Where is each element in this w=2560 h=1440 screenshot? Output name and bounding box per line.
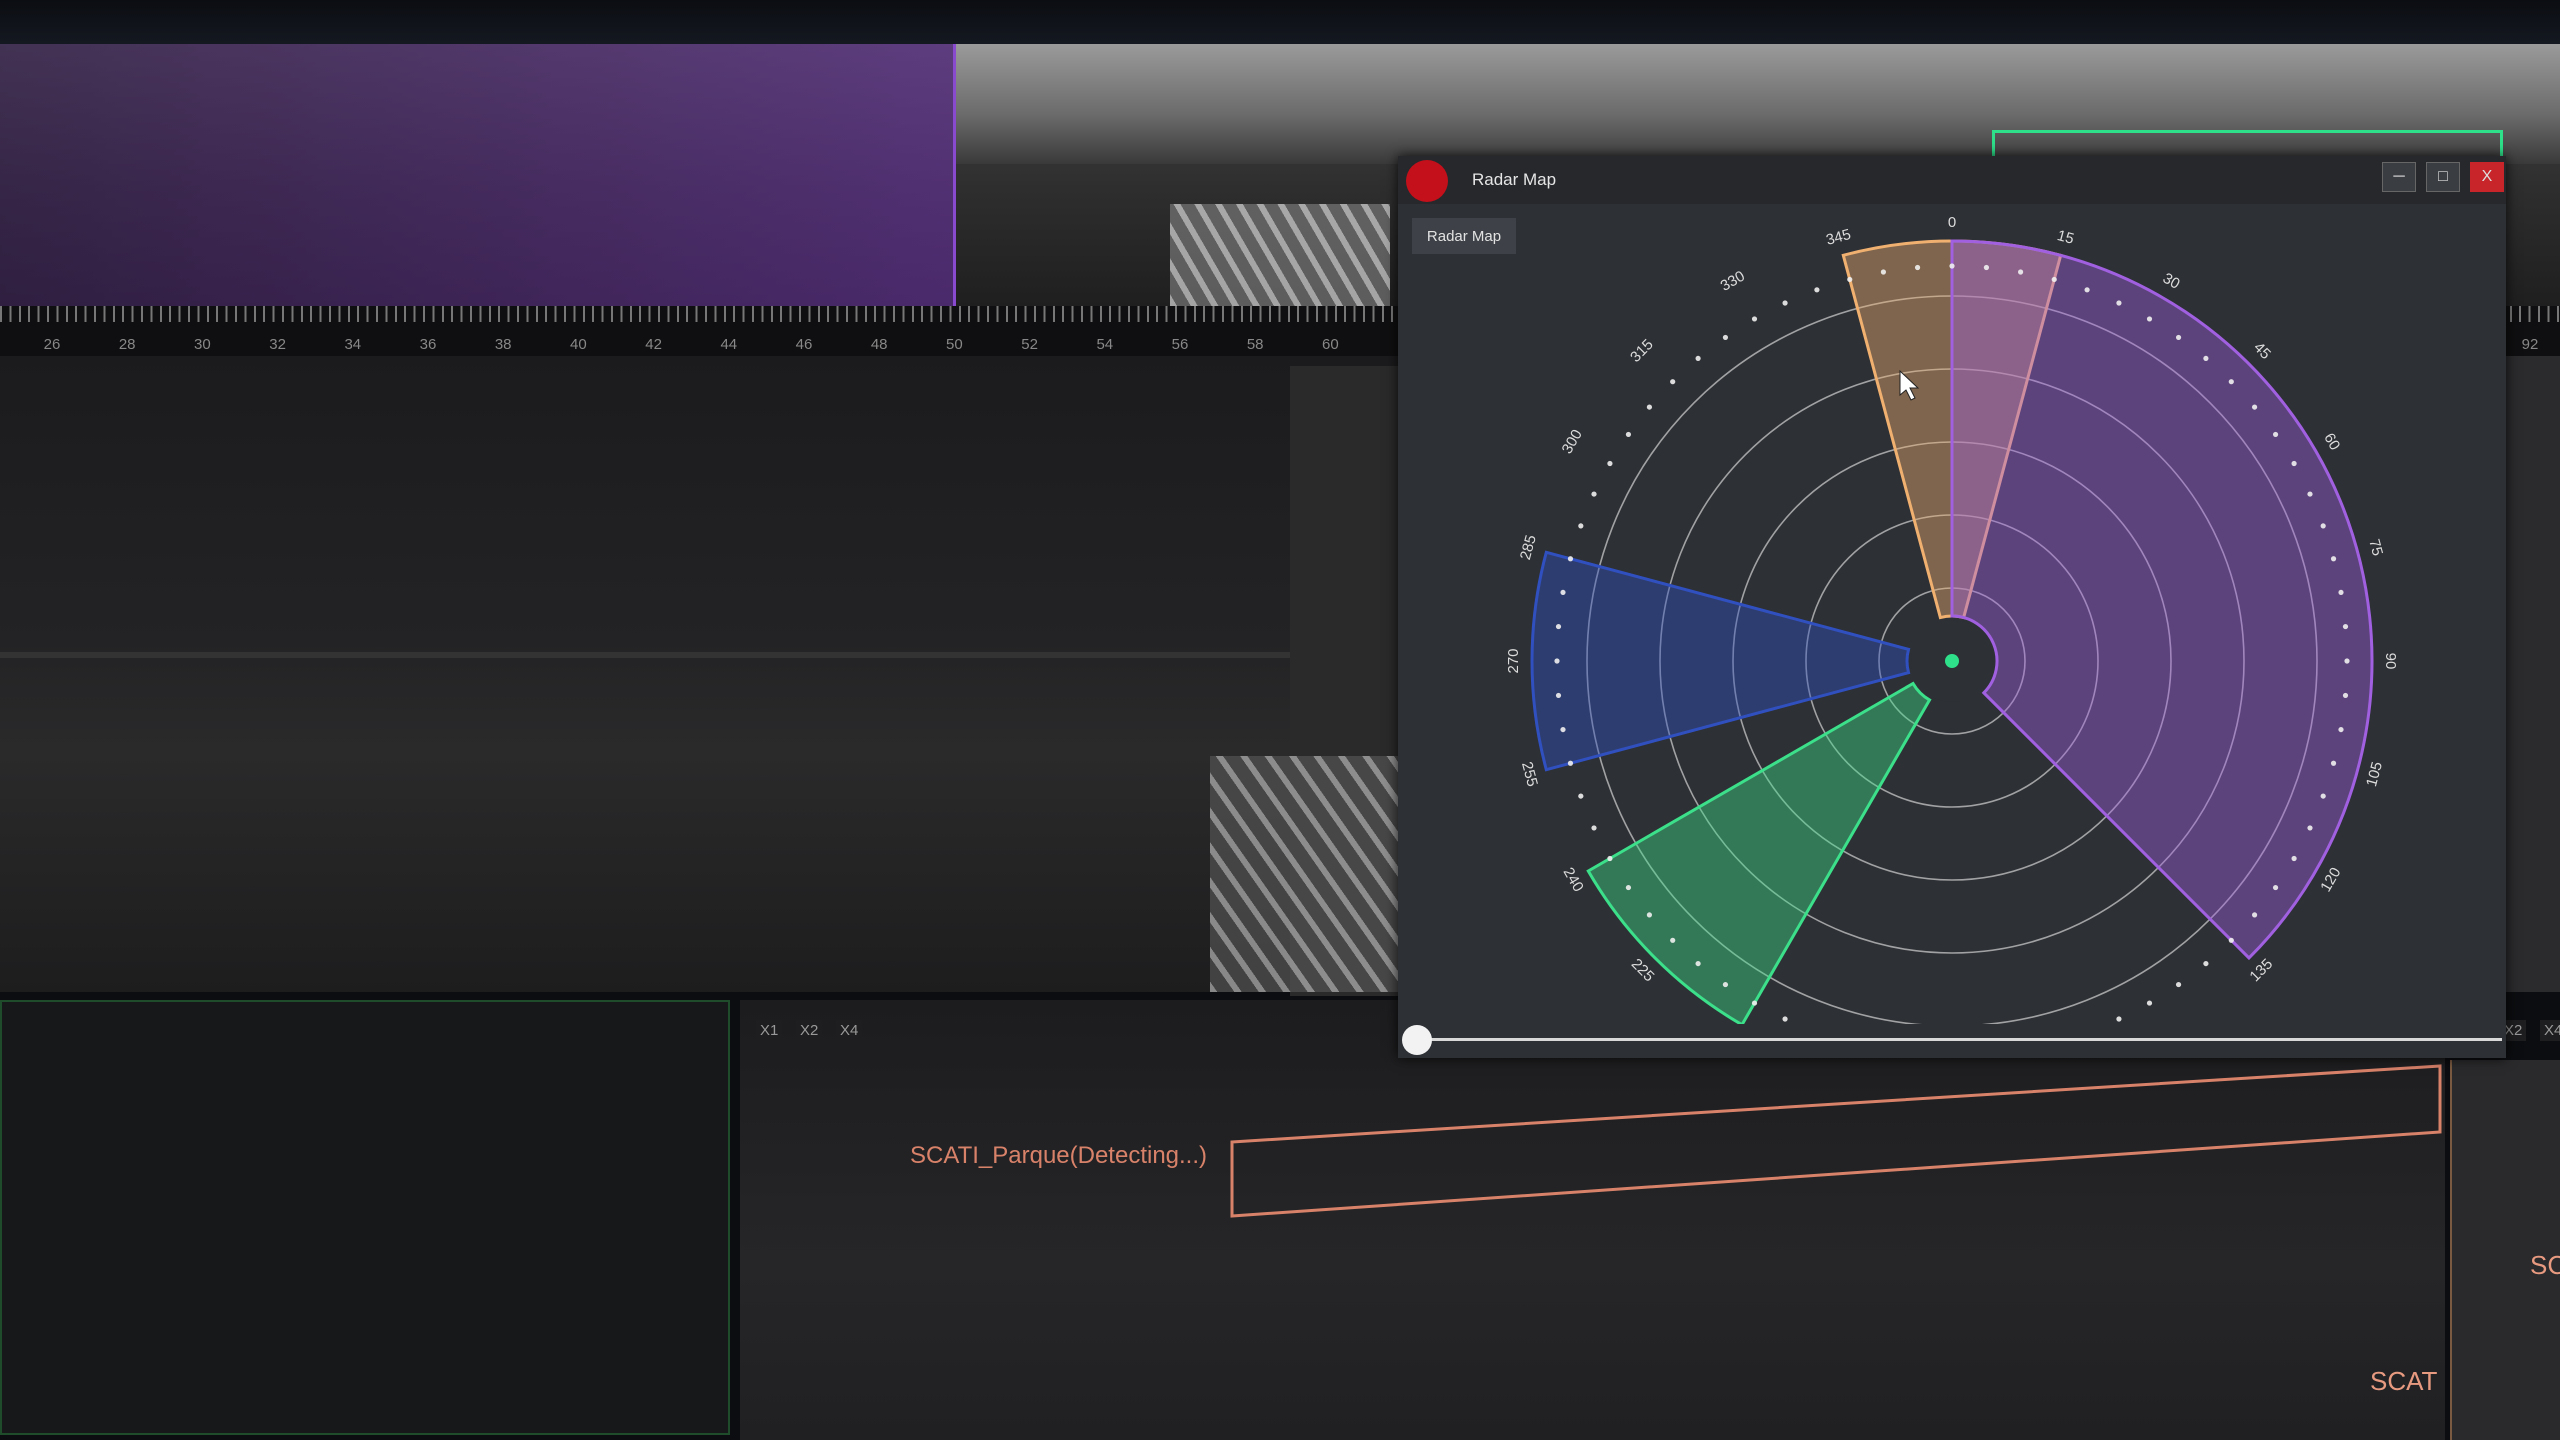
bearing-label: 255 [1518, 760, 1541, 789]
bearing-dot [1607, 460, 1613, 467]
bearing-label: 270 [1505, 648, 1522, 673]
bearing-dot [2084, 287, 2090, 293]
bearing-dot [1914, 264, 1921, 271]
bearing-dot [1695, 960, 1701, 967]
bearing-dot [1625, 431, 1632, 438]
bearing-dot [1782, 300, 1788, 306]
bearing-dot [1670, 937, 1676, 943]
bearing-label: 45 [2250, 339, 2274, 363]
bearing-label: 135 [2246, 955, 2276, 985]
bearing-dot [2307, 491, 2313, 497]
bearing-dot [2291, 460, 2297, 467]
bearing-label: 75 [2365, 537, 2386, 558]
bearing-dot [1814, 287, 1820, 293]
bearing-dot [1607, 855, 1613, 862]
window-title: Radar Map [1472, 170, 1557, 189]
bearing-dot [1560, 726, 1566, 733]
bearing-dot [1578, 523, 1584, 529]
bearing-dot [1567, 760, 1574, 766]
bearing-dot [2272, 431, 2279, 438]
bearing-dot [1949, 263, 1955, 269]
bearing-dot [1591, 825, 1597, 831]
camera-label-small: SC [2530, 1250, 2560, 1280]
bearing-dot [1578, 793, 1584, 799]
bearing-dot [1722, 981, 1729, 988]
bearing-dot [2338, 726, 2344, 733]
maximize-button[interactable]: □ [2426, 162, 2460, 192]
camera-label-scat: SCAT [2370, 1366, 2438, 1396]
bearing-label: 15 [2055, 227, 2076, 248]
bearing-dot [1591, 491, 1597, 497]
bearing-dot [1646, 404, 1653, 410]
bearing-label: 285 [1517, 533, 1540, 562]
bearing-dot [2116, 1016, 2122, 1022]
bearing-dot [1751, 316, 1758, 322]
bearing-dot [1782, 1016, 1788, 1022]
bearing-label: 30 [2160, 270, 2183, 293]
bearing-dot [2342, 692, 2349, 699]
bearing-dot [2251, 404, 2258, 410]
bearing-dot [1670, 379, 1676, 385]
bearing-dot [1880, 269, 1887, 275]
bearing-dot [2228, 379, 2234, 385]
bearing-dot [2251, 912, 2258, 918]
bearing-label: 240 [1560, 865, 1587, 895]
bearing-dot [1983, 264, 1990, 271]
detection-zone-polygon [1230, 1064, 2442, 1218]
bearing-dot [2175, 981, 2182, 988]
bearing-label: 0 [1948, 214, 1956, 231]
bearing-dot [1646, 912, 1653, 918]
bearing-label: 315 [1627, 336, 1657, 366]
bearing-dot [2272, 884, 2279, 891]
bearing-dot [2344, 658, 2350, 664]
close-button[interactable]: X [2470, 162, 2504, 192]
bearing-dot [2307, 825, 2313, 831]
bearing-dot [2017, 269, 2024, 275]
bearing-dot [2330, 556, 2337, 562]
bearing-dot [2146, 316, 2153, 322]
detection-label: SCATI_Parque(Detecting...) [910, 1142, 1208, 1169]
bearing-dot [1560, 589, 1566, 596]
bearing-dot [1567, 556, 1574, 562]
minimize-button[interactable]: ─ [2382, 162, 2416, 192]
radar-map-window[interactable]: Radar Map ─ □ X Radar Map 0 15 30 45 60 75 90 1… [1398, 156, 2506, 1058]
slider-track[interactable] [1416, 1038, 2502, 1041]
bearing-label: 105 [2363, 760, 2386, 789]
bearing-label: 345 [1824, 226, 1853, 249]
window-titlebar[interactable]: Radar Map ─ □ X [1398, 156, 2506, 204]
bearing-dot [2146, 1000, 2153, 1006]
radar-sector-purple [1950, 239, 2374, 961]
bearing-dot [1625, 884, 1632, 891]
bearing-dot [1555, 692, 1562, 699]
slider-knob[interactable] [1402, 1025, 1432, 1055]
bearing-label: 60 [2320, 430, 2343, 453]
bearing-dot [2116, 300, 2122, 306]
bearing-dot [2342, 623, 2349, 630]
bearing-dot [2320, 523, 2326, 529]
bearing-label: 300 [1559, 427, 1586, 457]
bearing-label: 120 [2317, 865, 2344, 895]
bearing-dot [1751, 1000, 1758, 1006]
bearing-dot [2228, 937, 2234, 943]
bearing-dot [2338, 589, 2344, 596]
bearing-dot [1722, 334, 1729, 341]
bearing-dot [1554, 658, 1560, 664]
bearing-dot [2203, 960, 2209, 967]
bearing-dot [1847, 276, 1853, 283]
radar-chart[interactable]: 0153045607590105120135150165180195210225… [1398, 204, 2506, 1024]
bearing-label: 225 [1628, 955, 1658, 985]
bearing-dot [2203, 355, 2209, 362]
bearing-label: 330 [1718, 268, 1748, 295]
bearing-dot [2051, 276, 2057, 283]
radar-center-icon [1945, 654, 1959, 668]
bearing-dot [2291, 855, 2297, 862]
bearing-dot [2175, 334, 2182, 341]
bearing-label: 90 [2382, 653, 2399, 670]
bearing-dot [2330, 760, 2337, 766]
bearing-dot [2320, 793, 2326, 799]
bearing-dot [1695, 355, 1701, 362]
bearing-dot [1555, 623, 1562, 630]
record-indicator[interactable] [1406, 160, 1448, 202]
